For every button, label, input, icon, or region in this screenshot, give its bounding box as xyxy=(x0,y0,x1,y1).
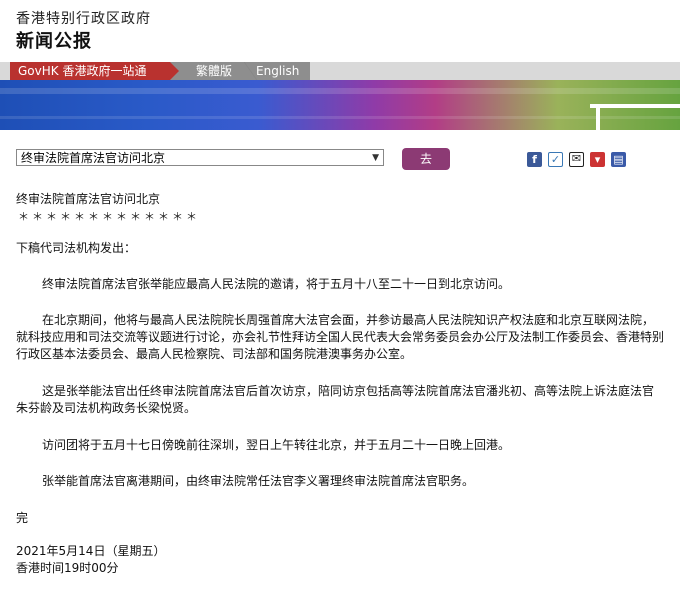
select-value: 终审法院首席法官访问北京 xyxy=(21,151,166,165)
press-release-select[interactable]: 终审法院首席法官访问北京 ▼ xyxy=(16,149,384,166)
navbar: GovHK 香港政府一站通 繁體版 English xyxy=(0,62,680,80)
release-time: 香港时间19时00分 xyxy=(16,561,119,575)
email-icon[interactable]: ✉ xyxy=(569,152,584,167)
facebook-icon[interactable]: f xyxy=(527,152,542,167)
chevron-down-icon: ▼ xyxy=(372,153,379,163)
print-icon[interactable]: ▤ xyxy=(611,152,626,167)
article-paragraph: 在北京期间，他将与最高人民法院院长周强首席大法官会面，并参访最高人民法院知识产权… xyxy=(16,313,665,361)
twitter-icon[interactable]: ✓ xyxy=(548,152,563,167)
article-paragraph: 访问团将于五月十七日傍晚前往深圳，翌日上午转往北京，并于五月二十一日晚上回港。 xyxy=(42,438,511,452)
article-end: 完 xyxy=(16,511,29,525)
article-paragraph: 张举能首席法官离港期间，由终审法院常任法官李义署理终审法院首席法官职务。 xyxy=(42,474,475,488)
article-paragraph: 这是张举能法官出任终审法院首席法官后首次访京，陪同访京包括高等法院首席法官潘兆初… xyxy=(16,384,655,415)
release-date: 2021年5月14日（星期五） xyxy=(16,544,166,558)
bookmark-icon[interactable]: ▾ xyxy=(590,152,605,167)
go-button[interactable]: 去 xyxy=(402,148,450,170)
banner xyxy=(0,80,680,130)
gov-title: 香港特别行政区政府 xyxy=(16,11,151,27)
article-title: 终审法院首席法官访问北京 xyxy=(16,192,161,206)
article-paragraph: 终审法院首席法官张举能应最高人民法院的邀请，将于五月十八至二十一日到北京访问。 xyxy=(42,277,511,291)
traditional-chinese-link[interactable]: 繁體版 xyxy=(196,62,232,80)
article-intro: 下稿代司法机构发出： xyxy=(16,241,137,255)
title-stars: ＊＊＊＊＊＊＊＊＊＊＊＊＊ xyxy=(18,210,200,223)
english-link[interactable]: English xyxy=(256,62,299,80)
govhk-link[interactable]: GovHK 香港政府一站通 xyxy=(10,62,179,80)
page-title: 新闻公报 xyxy=(16,31,92,52)
